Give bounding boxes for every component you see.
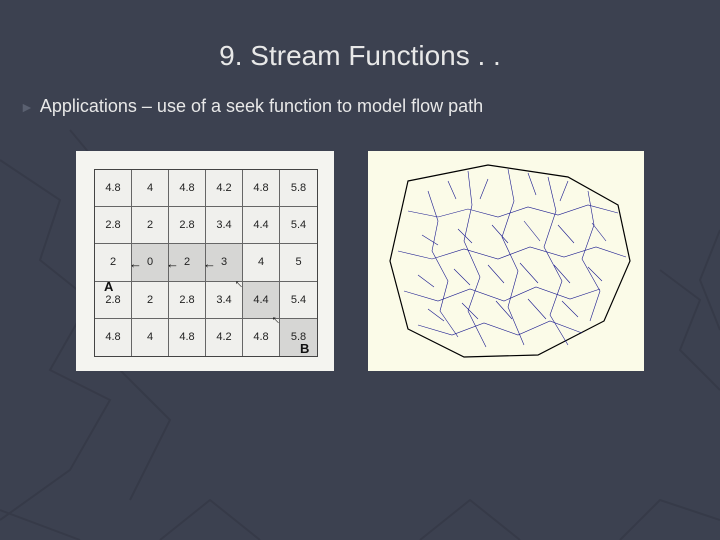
grid-cell: 2.8 [95, 207, 132, 244]
grid-cell: 4.8 [95, 319, 132, 356]
slide-title: 9. Stream Functions . . [0, 0, 720, 72]
grid-cell: 4 [132, 319, 169, 356]
grid-cell: 5.4 [280, 282, 317, 319]
grid-cell: 3.4 [206, 282, 243, 319]
grid-cell: 4.8 [169, 319, 206, 356]
grid-cell: 2 [95, 244, 132, 281]
figure-elevation-grid: 4.844.84.24.85.82.822.83.44.45.42023452.… [76, 151, 334, 371]
label-a: A [104, 279, 113, 294]
grid-cell: 4.4 [243, 282, 280, 319]
grid-cell: 3.4 [206, 207, 243, 244]
grid-cell: 5 [280, 244, 317, 281]
grid-cell: 5.8 [280, 170, 317, 207]
grid-cell: 5.8 [280, 319, 317, 356]
grid-cell: 4.2 [206, 170, 243, 207]
grid-cell: 2.8 [169, 282, 206, 319]
grid-cell: 4 [243, 244, 280, 281]
grid-cell: 2 [169, 244, 206, 281]
grid-cell: 0 [132, 244, 169, 281]
figure-drainage-map [368, 151, 644, 371]
grid-cell: 3 [206, 244, 243, 281]
grid-cell: 2 [132, 207, 169, 244]
grid-cell: 4.8 [243, 319, 280, 356]
grid-cell: 5.4 [280, 207, 317, 244]
grid-cell: 4.8 [169, 170, 206, 207]
grid-cell: 2.8 [169, 207, 206, 244]
grid-cell: 4.4 [243, 207, 280, 244]
grid-cell: 4.8 [95, 170, 132, 207]
grid-cell: 4.2 [206, 319, 243, 356]
bullet-text: Applications – use of a seek function to… [40, 96, 483, 117]
grid-cell: 2 [132, 282, 169, 319]
grid-cell: 2.8 [95, 282, 132, 319]
bullet-arrow-icon: ► [20, 99, 34, 115]
grid-cell: 4.8 [243, 170, 280, 207]
grid-cell: 4 [132, 170, 169, 207]
bullet-line: ► Applications – use of a seek function … [0, 72, 720, 117]
label-b: B [300, 341, 309, 356]
